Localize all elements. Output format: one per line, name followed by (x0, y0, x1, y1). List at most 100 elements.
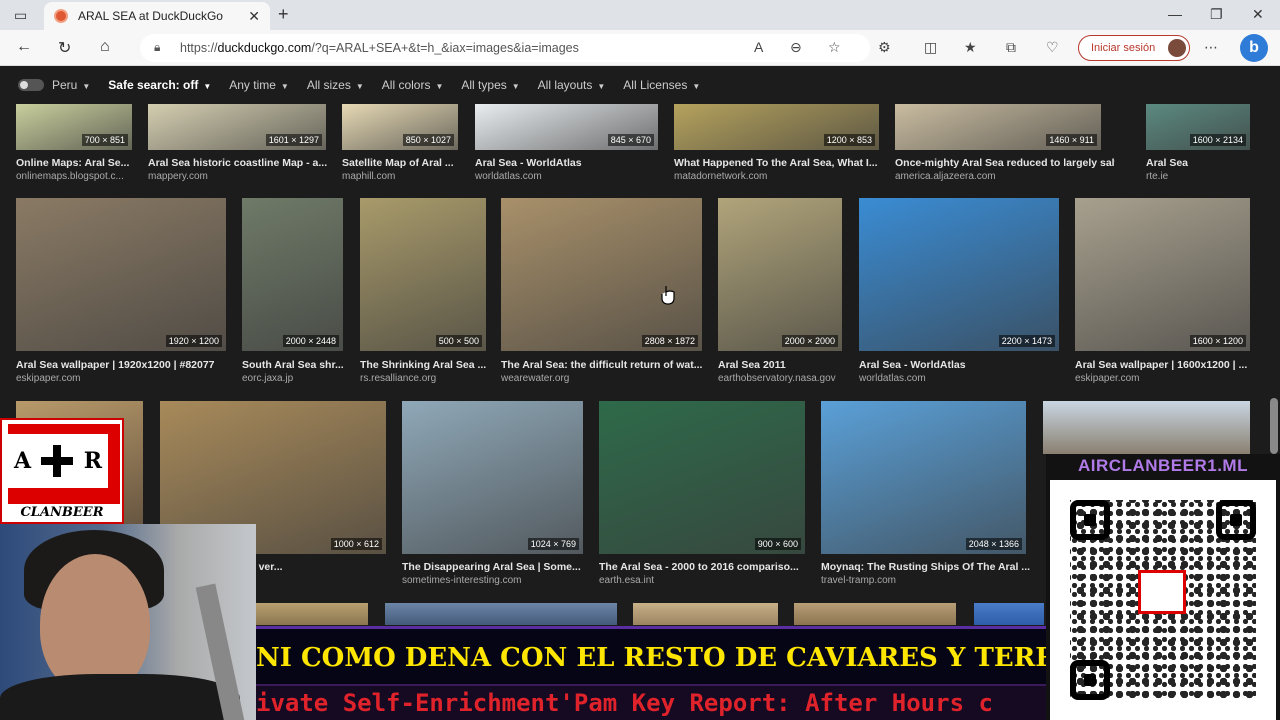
result-thumbnail-partial[interactable] (1043, 401, 1250, 454)
result-title[interactable]: The Aral Sea - 2000 to 2016 compariso... (599, 561, 819, 573)
ticker-bottom-text: ivate Self-Enrichment'Pam Key Report: Af… (256, 689, 993, 717)
region-toggle[interactable] (18, 79, 44, 91)
bing-copilot-icon[interactable]: b (1240, 34, 1268, 62)
result-thumbnail[interactable]: 700 × 851 (16, 104, 132, 150)
filter-region[interactable]: Peru ▼ (52, 78, 90, 92)
more-menu-icon[interactable]: ⋯ (1204, 39, 1218, 56)
result-source[interactable]: rs.resalliance.org (360, 373, 496, 384)
result-source[interactable]: wearewater.org (501, 373, 712, 384)
result-thumbnail[interactable]: 1920 × 1200 (16, 198, 226, 351)
result-source[interactable]: sometimes-interesting.com (402, 575, 593, 586)
extensions-icon[interactable]: ⚙ (878, 39, 891, 56)
result-thumbnail-partial[interactable] (794, 603, 956, 625)
qr-code (1050, 480, 1276, 720)
result-title[interactable]: Aral Sea - WorldAtlas (475, 157, 672, 169)
filter-sizes[interactable]: All sizes ▼ (307, 78, 364, 92)
refresh-icon[interactable]: ↻ (58, 38, 71, 58)
result-title[interactable]: Once-mighty Aral Sea reduced to largely … (895, 157, 1115, 169)
result-thumbnail-partial[interactable] (633, 603, 778, 625)
new-tab-icon[interactable]: + (278, 4, 289, 25)
signin-label: Iniciar sesión (1091, 42, 1156, 54)
result-title[interactable]: Aral Sea wallpaper | 1600x1200 | ... (1075, 359, 1264, 371)
result-title[interactable]: What Happened To the Aral Sea, What I... (674, 157, 893, 169)
duckduckgo-favicon-icon (54, 9, 68, 23)
result-thumbnail[interactable]: 1601 × 1297 (148, 104, 326, 150)
tab-actions-icon[interactable]: ▭ (14, 7, 27, 24)
filter-safe-search[interactable]: Safe search: off ▼ (108, 78, 211, 92)
result-dimensions: 850 × 1027 (402, 134, 454, 146)
result-source[interactable]: america.aljazeera.com (895, 171, 1111, 182)
close-window-icon[interactable]: ✕ (1252, 6, 1264, 23)
back-icon[interactable]: ← (16, 38, 32, 56)
result-source[interactable]: matadornetwork.com (674, 171, 889, 182)
result-thumbnail[interactable]: 500 × 500 (360, 198, 486, 351)
favorites-icon[interactable]: ★ (964, 39, 977, 56)
qr-finder-top-left (1070, 500, 1110, 540)
result-thumbnail[interactable]: 900 × 600 (599, 401, 805, 554)
result-thumbnail[interactable]: 850 × 1027 (342, 104, 458, 150)
result-thumbnail-partial[interactable] (974, 603, 1044, 625)
result-title[interactable]: The Aral Sea: the difficult return of wa… (501, 359, 716, 371)
result-dimensions: 900 × 600 (754, 538, 801, 550)
filter-layouts[interactable]: All layouts ▼ (538, 78, 606, 92)
result-thumbnail[interactable]: 845 × 670 (475, 104, 658, 150)
result-title[interactable]: Aral Sea wallpaper | 1920x1200 | #82077 (16, 359, 240, 371)
result-source[interactable]: eskipaper.com (16, 373, 236, 384)
filter-licenses[interactable]: All Licenses ▼ (623, 78, 700, 92)
tab-active[interactable]: ARAL SEA at DuckDuckGo ✕ (44, 2, 270, 30)
restore-icon[interactable]: ❐ (1210, 6, 1223, 23)
result-title[interactable]: Satellite Map of Aral ... (342, 157, 472, 169)
zoom-icon[interactable]: ⊖ (790, 39, 802, 56)
result-thumbnail[interactable]: 1024 × 769 (402, 401, 583, 554)
result-source[interactable]: eorc.jaxa.jp (242, 373, 353, 384)
filter-types[interactable]: All types ▼ (461, 78, 519, 92)
filter-time[interactable]: Any time ▼ (229, 78, 289, 92)
result-source[interactable]: eskipaper.com (1075, 373, 1260, 384)
result-source[interactable]: earthobservatory.nasa.gov (718, 373, 852, 384)
read-aloud-icon[interactable]: A (754, 39, 763, 55)
split-screen-icon[interactable]: ◫ (924, 39, 937, 56)
collections-icon[interactable]: ⧉ (1006, 39, 1016, 56)
favorite-star-icon[interactable]: ☆ (828, 39, 841, 56)
result-source[interactable]: travel-tramp.com (821, 575, 1036, 586)
result-thumbnail-partial[interactable] (256, 603, 368, 625)
filter-sizes-label: All sizes (306, 78, 351, 92)
result-title[interactable]: South Aral Sea shr... (242, 359, 357, 371)
result-thumbnail[interactable]: 2200 × 1473 (859, 198, 1059, 351)
result-thumbnail[interactable]: 1460 × 911 (895, 104, 1101, 150)
filter-colors[interactable]: All colors ▼ (382, 78, 444, 92)
result-source[interactable]: rte.ie (1146, 171, 1260, 182)
result-title[interactable]: Aral Sea 2011 (718, 359, 856, 371)
result-title[interactable]: Online Maps: Aral Se... (16, 157, 146, 169)
signin-button[interactable]: Iniciar sesión (1078, 35, 1190, 61)
result-source[interactable]: worldatlas.com (475, 171, 668, 182)
result-thumbnail[interactable]: 2000 × 2000 (718, 198, 842, 351)
result-title[interactable]: Aral Sea historic coastline Map - a... (148, 157, 340, 169)
qr-finder-bottom-left (1070, 660, 1110, 700)
url-path: /?q=ARAL+SEA+&t=h_&iax=images&ia=images (311, 41, 579, 55)
result-thumbnail[interactable]: 1200 × 853 (674, 104, 879, 150)
home-icon[interactable]: ⌂ (100, 38, 110, 56)
minimize-icon[interactable]: — (1168, 6, 1182, 22)
logo-caption: CLANBEER (20, 505, 104, 520)
browser-essentials-icon[interactable]: ♡ (1046, 39, 1059, 56)
result-thumbnail[interactable]: 2000 × 2448 (242, 198, 343, 351)
result-thumbnail[interactable]: 2808 × 1872 (501, 198, 702, 351)
close-tab-icon[interactable]: ✕ (248, 8, 260, 25)
result-source[interactable]: worldatlas.com (859, 373, 1069, 384)
result-title[interactable]: The Shrinking Aral Sea ... (360, 359, 500, 371)
result-source[interactable]: mappery.com (148, 171, 336, 182)
result-title[interactable]: Aral Sea - WorldAtlas (859, 359, 1073, 371)
result-thumbnail[interactable]: 1600 × 2134 (1146, 104, 1250, 150)
result-title[interactable]: The Disappearing Aral Sea | Some... (402, 561, 597, 573)
result-thumbnail-partial[interactable] (385, 603, 617, 625)
result-source[interactable]: onlinemaps.blogspot.c... (16, 171, 142, 182)
result-title[interactable]: Aral Sea (1146, 157, 1264, 169)
result-thumbnail[interactable]: 1600 × 1200 (1075, 198, 1250, 351)
result-source[interactable]: maphill.com (342, 171, 468, 182)
result-source[interactable]: earth.esa.int (599, 575, 815, 586)
tab-strip: ▭ ARAL SEA at DuckDuckGo ✕ + — ❐ ✕ (0, 0, 1280, 30)
result-thumbnail[interactable]: 2048 × 1366 (821, 401, 1026, 554)
result-title[interactable]: Moynaq: The Rusting Ships Of The Aral ..… (821, 561, 1040, 573)
scrollbar-thumb[interactable] (1270, 398, 1278, 454)
